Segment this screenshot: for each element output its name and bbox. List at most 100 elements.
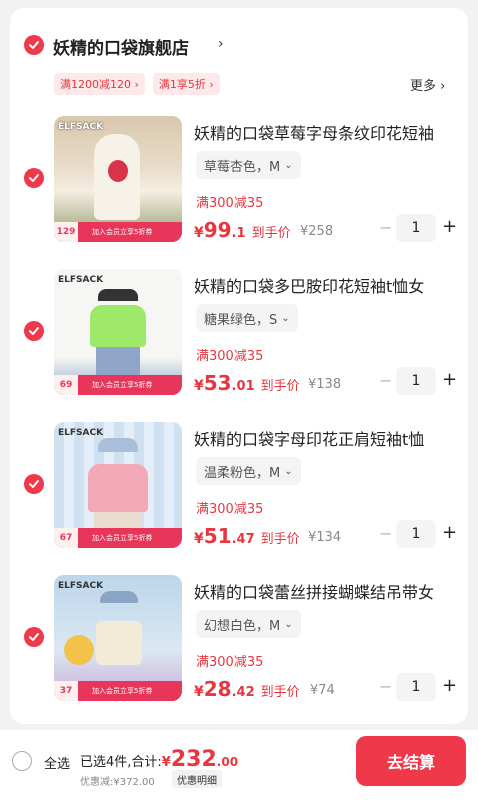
coupon-list: 满1200减120 › 满1享5折 › [54,73,220,95]
product-image[interactable]: ELFSACK 69 加入会员立享5折券 [54,269,182,395]
check-icon [29,174,39,182]
strawberry-print [108,160,128,182]
shop-name[interactable]: 妖精的口袋旗舰店 [53,34,189,59]
sku-selector[interactable]: 温柔粉色，M ⌄ [196,457,301,485]
product-image[interactable]: ELFSACK 67 加入会员立享5折券 [54,422,182,548]
sku-selector[interactable]: 糖果绿色，S ⌄ [196,304,298,332]
order-summary: 已选4件,合计:¥232.00 [80,747,238,772]
jeans [96,347,140,375]
sku-label: 草莓杏色，M [204,159,281,175]
chevron-down-icon: ⌄ [284,159,293,171]
original-price: ¥258 [300,224,334,239]
thumb-price: 69 [54,375,78,395]
more-coupons-link[interactable]: 更多 › [410,75,445,94]
sku-selector[interactable]: 草莓杏色，M ⌄ [196,151,301,179]
product-image[interactable]: ELFSACK 129 加入会员立享5折券 [54,116,182,242]
cart-shop-card: 妖精的口袋旗舰店 › 满1200减120 › 满1享5折 › 更多 › ELFS… [10,8,468,724]
member-band-text: 加入会员立享5折券 [92,381,153,389]
quantity-input[interactable]: 1 [396,367,436,395]
promo-text: 满300减35 [196,655,264,670]
sku-selector[interactable]: 幻想白色，M ⌄ [196,610,301,638]
cart-item: ELFSACK 37 加入会员立享5折券 妖精的口袋蕾丝拼接蝴蝶结吊带女 幻想白… [10,567,468,711]
coupon-1200[interactable]: 满1200减120 › [54,73,145,95]
member-band: 129 加入会员立享5折券 [54,222,182,242]
skirt [94,512,142,528]
bucket-hat [98,289,138,301]
sku-label: 温柔粉色，M [204,465,281,481]
brand-tag: ELFSACK [58,428,104,438]
final-price: ¥28.42 到手价 [194,677,300,701]
minus-button[interactable]: − [379,218,392,237]
flower-bouquet [64,635,94,665]
quantity-input[interactable]: 1 [396,214,436,242]
item-select-checkbox[interactable] [24,474,44,494]
plus-button[interactable]: + [442,216,457,237]
check-icon [29,633,39,641]
product-title[interactable]: 妖精的口袋多巴胺印花短袖t恤女 [194,273,424,297]
bucket-hat [100,591,138,603]
select-all-checkbox[interactable] [12,751,32,771]
thumb-price: 67 [54,528,78,548]
brand-tag: ELFSACK [58,275,104,285]
quantity-input[interactable]: 1 [396,520,436,548]
item-select-checkbox[interactable] [24,321,44,341]
original-price: ¥134 [308,530,342,545]
check-icon [29,41,39,49]
cart-item: ELFSACK 67 加入会员立享5折券 妖精的口袋字母印花正肩短袖t恤 温柔粉… [10,414,468,558]
plus-button[interactable]: + [442,675,457,696]
sku-label: 幻想白色，M [204,618,281,634]
chevron-right-icon[interactable]: › [218,36,224,52]
original-price: ¥74 [310,683,335,698]
bucket-hat [98,438,138,452]
member-band: 67 加入会员立享5折券 [54,528,182,548]
product-title[interactable]: 妖精的口袋蕾丝拼接蝴蝶结吊带女 [194,579,434,603]
quantity-input[interactable]: 1 [396,673,436,701]
minus-button[interactable]: − [379,677,392,696]
member-band: 69 加入会员立享5折券 [54,375,182,395]
green-tshirt [90,305,146,347]
thumb-price: 37 [54,681,78,701]
original-price: ¥138 [308,377,342,392]
item-select-checkbox[interactable] [24,627,44,647]
discount-amount: 优惠减:¥372.00 [80,777,155,788]
plus-button[interactable]: + [442,522,457,543]
discount-detail-button[interactable]: 优惠明细 [172,770,222,788]
final-price: ¥53.01 到手价 [194,371,300,395]
select-all-label[interactable]: 全选 [44,753,70,772]
final-price: ¥99.1 到手价 [194,218,291,242]
product-image[interactable]: ELFSACK 37 加入会员立享5折券 [54,575,182,701]
promo-text: 满300减35 [196,196,264,211]
member-band-text: 加入会员立享5折券 [92,687,153,695]
member-band: 37 加入会员立享5折券 [54,681,182,701]
minus-button[interactable]: − [379,371,392,390]
product-title[interactable]: 妖精的口袋字母印花正肩短袖t恤 [194,426,424,450]
checkout-bar: 全选 已选4件,合计:¥232.00 优惠减:¥372.00 优惠明细 去结算 [0,730,478,800]
pink-tshirt [88,464,148,512]
product-title[interactable]: 妖精的口袋草莓字母条纹印花短袖 [194,120,434,144]
total-price: ¥232.00 [161,747,239,772]
promo-text: 满300减35 [196,349,264,364]
cart-item: ELFSACK 129 加入会员立享5折券 妖精的口袋草莓字母条纹印花短袖 草莓… [10,108,468,252]
shop-select-checkbox[interactable] [24,35,44,55]
check-icon [29,480,39,488]
minus-button[interactable]: − [379,524,392,543]
check-icon [29,327,39,335]
chevron-down-icon: ⌄ [281,312,290,324]
member-band-text: 加入会员立享5折券 [92,228,153,236]
plus-button[interactable]: + [442,369,457,390]
member-band-text: 加入会员立享5折券 [92,534,153,542]
lace-camisole [96,621,142,665]
sku-label: 糖果绿色，S [204,312,278,328]
final-price: ¥51.47 到手价 [194,524,300,548]
summary-label: 已选4件,合计: [80,755,162,770]
brand-tag: ELFSACK [58,122,104,132]
chevron-down-icon: ⌄ [284,465,293,477]
chevron-down-icon: ⌄ [284,618,293,630]
item-select-checkbox[interactable] [24,168,44,188]
thumb-price: 129 [54,222,78,242]
coupon-half-off[interactable]: 满1享5折 › [152,73,220,95]
brand-tag: ELFSACK [58,581,104,591]
checkout-button[interactable]: 去结算 [356,736,466,786]
promo-text: 满300减35 [196,502,264,517]
cart-item: ELFSACK 69 加入会员立享5折券 妖精的口袋多巴胺印花短袖t恤女 糖果绿… [10,261,468,405]
